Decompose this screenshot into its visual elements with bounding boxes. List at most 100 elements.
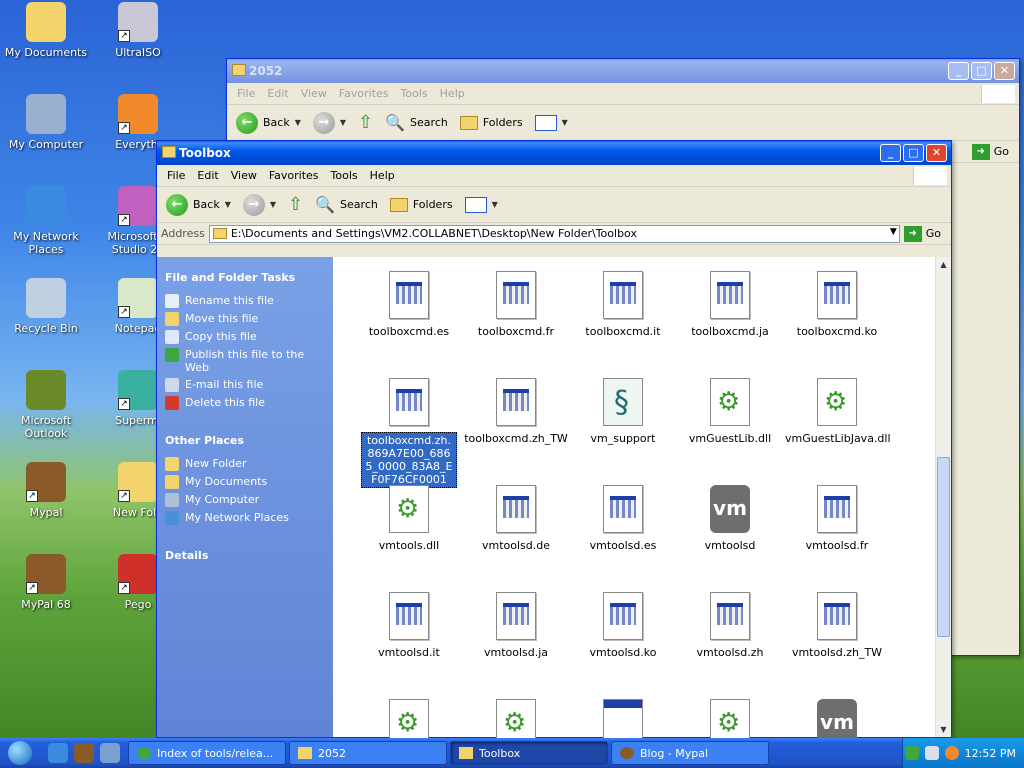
- scroll-down-icon[interactable]: ▼: [937, 722, 950, 737]
- back-button[interactable]: ← Back ▼: [163, 193, 234, 216]
- menu-tools[interactable]: Tools: [395, 87, 434, 100]
- search-button[interactable]: 🔍 Search: [312, 195, 381, 214]
- file-item[interactable]: toolboxcmd.es: [357, 271, 461, 338]
- search-icon[interactable]: [944, 746, 959, 760]
- menu-help[interactable]: Help: [364, 169, 401, 182]
- scroll-up-icon[interactable]: ▲: [937, 257, 950, 272]
- mypal-icon[interactable]: [74, 743, 94, 763]
- dropdown-arrow-icon[interactable]: ▼: [890, 227, 897, 237]
- volume-icon[interactable]: [924, 746, 939, 760]
- minimize-button[interactable]: _: [880, 144, 901, 162]
- close-button[interactable]: ✕: [994, 62, 1015, 80]
- desktop-icon[interactable]: ↗ Mypal: [2, 462, 90, 519]
- forward-button[interactable]: → ▼: [240, 193, 279, 216]
- file-list[interactable]: toolboxcmd.es toolboxcmd.fr toolboxcmd.it t…: [333, 257, 935, 747]
- place-my-computer[interactable]: My Computer: [165, 493, 325, 507]
- menu-file[interactable]: File: [161, 169, 191, 182]
- up-button[interactable]: ⇧: [285, 194, 306, 215]
- window-toolbox-titlebar[interactable]: Toolbox _ □ ✕: [157, 141, 951, 165]
- maximize-button[interactable]: □: [971, 62, 992, 80]
- shortcut-arrow-icon: ↗: [118, 30, 130, 42]
- file-folder-tasks-heading[interactable]: File and Folder Tasks: [165, 271, 325, 284]
- close-button[interactable]: ✕: [926, 144, 947, 162]
- delete-task[interactable]: Delete this file: [165, 396, 325, 410]
- desktop-icon[interactable]: Microsoft Outlook: [2, 370, 90, 440]
- search-button[interactable]: 🔍 Search: [382, 113, 451, 132]
- minimize-button[interactable]: _: [948, 62, 969, 80]
- menu-file[interactable]: File: [231, 87, 261, 100]
- file-item[interactable]: vmtoolsd.it: [357, 592, 461, 659]
- menu-view[interactable]: View: [225, 169, 263, 182]
- file-item[interactable]: vmtoolsd.zh: [678, 592, 782, 659]
- place-new-folder[interactable]: New Folder: [165, 457, 325, 471]
- file-item[interactable]: vmtoolsd.ko: [571, 592, 675, 659]
- menu-tools[interactable]: Tools: [325, 169, 364, 182]
- menu-view[interactable]: View: [295, 87, 333, 100]
- clock[interactable]: 12:52 PM: [965, 747, 1016, 760]
- menu-edit[interactable]: Edit: [261, 87, 294, 100]
- file-item[interactable]: toolboxcmd.it: [571, 271, 675, 338]
- file-item[interactable]: vmGuestLib.dll: [678, 378, 782, 445]
- mypal-icon: [620, 747, 634, 759]
- file-item[interactable]: toolboxcmd.fr: [464, 271, 568, 338]
- back-button[interactable]: ← Back ▼: [233, 111, 304, 134]
- window-2052-titlebar[interactable]: 2052 _ □ ✕: [227, 59, 1019, 83]
- place-my-documents[interactable]: My Documents: [165, 475, 325, 489]
- file-item[interactable]: vmtoolsd.zh_TW: [785, 592, 889, 659]
- file-item[interactable]: vmtoolsd.ja: [464, 592, 568, 659]
- file-item[interactable]: toolboxcmd.zh_TW: [464, 378, 568, 445]
- menu-help[interactable]: Help: [434, 87, 471, 100]
- desktop-icon[interactable]: ↗ UltraISO: [94, 2, 182, 59]
- desktop-icon[interactable]: My Network Places: [2, 186, 90, 256]
- menu-favorites[interactable]: Favorites: [333, 87, 395, 100]
- desktop-icon[interactable]: Recycle Bin: [2, 278, 90, 335]
- internet-explorer-icon[interactable]: [48, 743, 68, 763]
- move-task[interactable]: Move this file: [165, 312, 325, 326]
- rename-task[interactable]: Rename this file: [165, 294, 325, 308]
- file-name: vmtoolsd.ja: [483, 646, 549, 659]
- network-icon[interactable]: [904, 746, 919, 760]
- menu-edit[interactable]: Edit: [191, 169, 224, 182]
- other-places-heading[interactable]: Other Places: [165, 434, 325, 447]
- place-my-network-places[interactable]: My Network Places: [165, 511, 325, 525]
- forward-button[interactable]: → ▼: [310, 111, 349, 134]
- vertical-scrollbar[interactable]: ▲ ▼: [935, 257, 951, 737]
- taskbar-button-2052[interactable]: 2052: [289, 741, 447, 765]
- taskbar-button-index-of-tools[interactable]: Index of tools/relea...: [128, 741, 286, 765]
- desktop-icon[interactable]: ↗ MyPal 68: [2, 554, 90, 611]
- scrollbar-thumb[interactable]: [937, 457, 950, 637]
- desktop-icon[interactable]: My Documents: [2, 2, 90, 59]
- views-button[interactable]: ▼: [462, 196, 501, 213]
- details-heading[interactable]: Details: [165, 549, 325, 562]
- folders-button[interactable]: Folders: [457, 115, 526, 130]
- taskbar-button-toolbox[interactable]: Toolbox: [450, 741, 608, 765]
- doc-file-icon: [389, 592, 429, 640]
- menu-favorites[interactable]: Favorites: [263, 169, 325, 182]
- file-item[interactable]: vmtoolsd: [678, 485, 782, 552]
- file-item[interactable]: vmtoolsd.de: [464, 485, 568, 552]
- desktop-icon-label: Microsoft Outlook: [20, 414, 72, 440]
- file-item[interactable]: vm_support: [571, 378, 675, 445]
- file-item[interactable]: vmtools.dll: [357, 485, 461, 552]
- views-button[interactable]: ▼: [532, 114, 571, 131]
- show-desktop-icon[interactable]: [100, 743, 120, 763]
- publish-task[interactable]: Publish this file to the Web: [165, 348, 325, 374]
- email-task[interactable]: E-mail this file: [165, 378, 325, 392]
- file-item[interactable]: vmtoolsd.fr: [785, 485, 889, 552]
- file-item[interactable]: toolboxcmd.ja: [678, 271, 782, 338]
- go-button[interactable]: ➜ Go: [971, 143, 1015, 160]
- folders-button[interactable]: Folders: [387, 197, 456, 212]
- taskbar-button-blog-mypal[interactable]: Blog - Mypal: [611, 741, 769, 765]
- file-item[interactable]: vmGuestLibJava.dll: [785, 378, 891, 445]
- address-input[interactable]: E:\Documents and Settings\VM2.COLLABNET\…: [208, 224, 900, 243]
- go-button[interactable]: ➜ Go: [903, 225, 947, 242]
- start-button[interactable]: [0, 738, 40, 768]
- desktop-icon[interactable]: My Computer: [2, 94, 90, 151]
- window-toolbox[interactable]: Toolbox _ □ ✕ File Edit View Favorites T…: [156, 140, 952, 747]
- file-item[interactable]: toolboxcmd.zh.869A7E00_6865_0000_83A8_EF…: [357, 378, 461, 488]
- file-item[interactable]: toolboxcmd.ko: [785, 271, 889, 338]
- copy-task[interactable]: Copy this file: [165, 330, 325, 344]
- up-button[interactable]: ⇧: [355, 112, 376, 133]
- maximize-button[interactable]: □: [903, 144, 924, 162]
- file-item[interactable]: vmtoolsd.es: [571, 485, 675, 552]
